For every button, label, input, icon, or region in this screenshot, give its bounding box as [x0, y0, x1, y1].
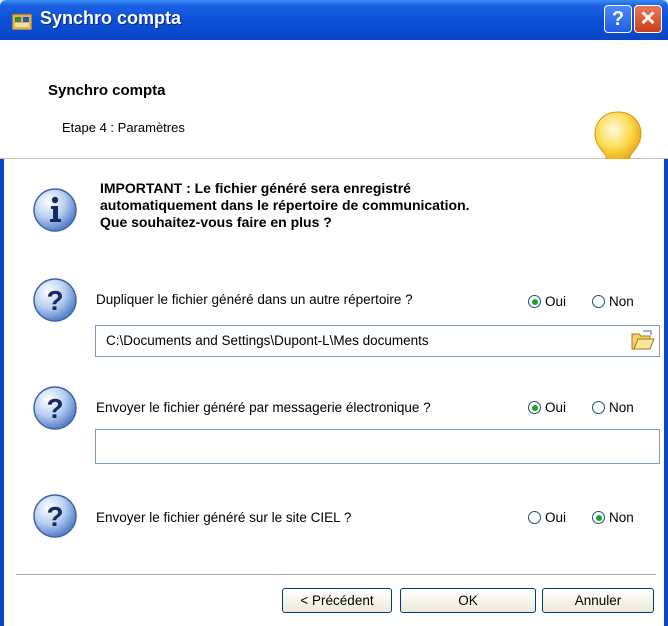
ciel-non-radio[interactable]: Non	[592, 510, 634, 525]
folder-open-icon[interactable]	[631, 329, 655, 351]
notice-line-1: IMPORTANT : Le fichier généré sera enreg…	[100, 180, 411, 196]
close-button[interactable]: ✕	[634, 5, 662, 33]
radio-circle[interactable]	[592, 295, 605, 308]
radio-label: Non	[609, 510, 634, 525]
ciel-question-label: Envoyer le fichier généré sur le site CI…	[96, 510, 352, 525]
info-icon	[33, 188, 77, 232]
question-icon: ?	[33, 386, 77, 430]
radio-circle[interactable]	[528, 401, 541, 414]
question-icon: ?	[33, 494, 77, 538]
radio-label: Oui	[545, 294, 567, 309]
radio-label: Oui	[545, 400, 567, 415]
svg-text:?: ?	[46, 285, 63, 316]
radio-circle[interactable]	[592, 401, 605, 414]
radio-label: Non	[609, 294, 634, 309]
help-button[interactable]: ?	[604, 5, 632, 33]
radio-circle[interactable]	[528, 511, 541, 524]
wizard-step: Etape 4 : Paramètres	[62, 120, 185, 135]
dialog-window: Synchro compta ? ✕ Synchro compta Etape …	[0, 0, 668, 626]
window-title: Synchro compta	[40, 8, 182, 28]
directory-path-field[interactable]: C:\Documents and Settings\Dupont-L\Mes d…	[95, 325, 660, 357]
ok-button[interactable]: OK	[400, 588, 536, 613]
svg-text:?: ?	[46, 501, 63, 532]
wizard-title: Synchro compta	[48, 82, 166, 99]
title-bar[interactable]: Synchro compta ? ✕	[0, 0, 668, 40]
duplicate-question-label: Dupliquer le fichier généré dans un autr…	[96, 292, 413, 307]
email-address-field[interactable]	[95, 429, 660, 464]
app-icon	[12, 13, 32, 30]
cancel-button[interactable]: Annuler	[542, 588, 654, 613]
directory-path-value[interactable]: C:\Documents and Settings\Dupont-L\Mes d…	[106, 333, 429, 348]
duplicate-non-radio[interactable]: Non	[592, 294, 634, 309]
radio-label: Non	[609, 400, 634, 415]
email-question-label: Envoyer le fichier généré par messagerie…	[96, 400, 431, 415]
previous-button[interactable]: < Précédent	[282, 588, 392, 613]
wizard-header: Synchro compta Etape 4 : Paramètres	[0, 40, 668, 181]
wizard-content: IMPORTANT : Le fichier généré sera enreg…	[0, 159, 668, 626]
ciel-oui-radio[interactable]: Oui	[528, 510, 566, 525]
question-icon: ?	[33, 278, 77, 322]
important-notice: IMPORTANT : Le fichier généré sera enreg…	[100, 180, 470, 231]
button-separator	[16, 574, 656, 576]
email-non-radio[interactable]: Non	[592, 400, 634, 415]
duplicate-oui-radio[interactable]: Oui	[528, 294, 566, 309]
notice-line-2: automatiquement dans le répertoire de co…	[100, 197, 470, 213]
notice-line-3: Que souhaitez-vous faire en plus ?	[100, 214, 332, 230]
email-oui-radio[interactable]: Oui	[528, 400, 566, 415]
radio-circle[interactable]	[528, 295, 541, 308]
radio-label: Oui	[545, 510, 567, 525]
radio-circle[interactable]	[592, 511, 605, 524]
svg-text:?: ?	[46, 393, 63, 424]
